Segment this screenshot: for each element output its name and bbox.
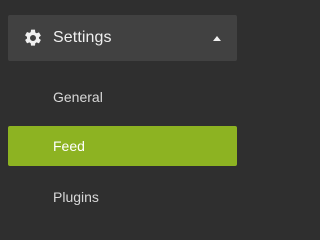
settings-menu-header[interactable]: Settings (8, 15, 237, 61)
menu-item-general[interactable]: General (8, 77, 237, 117)
gear-icon (22, 27, 44, 49)
menu-item-label: Plugins (53, 189, 99, 205)
menu-item-label: General (53, 89, 103, 105)
caret-up-icon[interactable] (213, 35, 221, 41)
settings-menu-title: Settings (53, 29, 112, 46)
menu-item-label: Feed (53, 138, 85, 154)
menu-item-feed[interactable]: Feed (8, 126, 237, 166)
settings-menu: Settings General Feed Plugins (0, 0, 249, 214)
menu-item-plugins[interactable]: Plugins (8, 177, 237, 217)
